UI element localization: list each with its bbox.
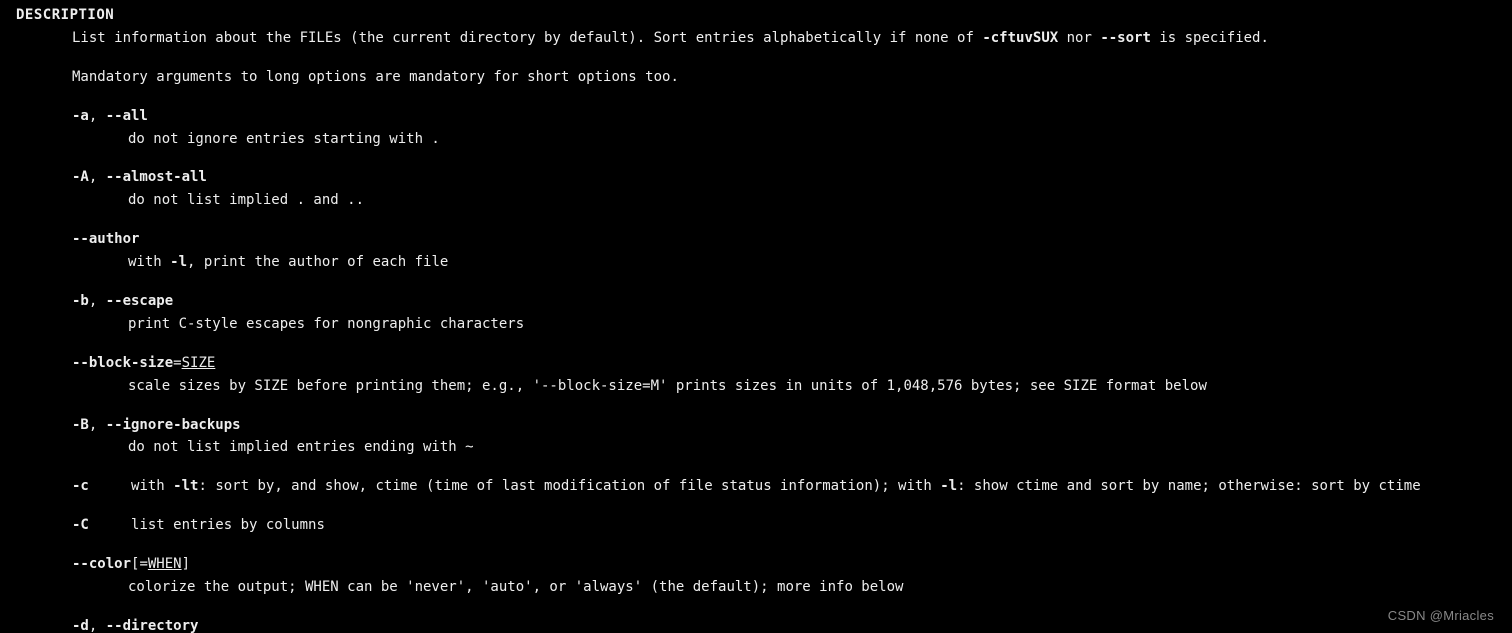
- gap: [89, 478, 131, 494]
- option-d: -d, --directory: [72, 617, 1512, 633]
- option-a-desc: do not ignore entries starting with .: [128, 130, 1512, 149]
- text: , print the author of each file: [187, 254, 448, 270]
- option-long: --directory: [106, 618, 199, 633]
- option-upper-a-desc: do not list implied . and ..: [128, 191, 1512, 210]
- option-long: --all: [106, 108, 148, 124]
- man-page: DESCRIPTION List information about the F…: [0, 0, 1512, 633]
- intro-paragraph: List information about the FILEs (the cu…: [72, 29, 1512, 48]
- option-block-size: --block-size=SIZE: [72, 354, 1512, 373]
- option-short: -c: [72, 478, 89, 494]
- mandatory-paragraph: Mandatory arguments to long options are …: [72, 68, 1512, 87]
- option-long: --block-size: [72, 355, 173, 371]
- option-long: --almost-all: [106, 169, 207, 185]
- text: [=: [131, 556, 148, 572]
- option-short: -C: [72, 517, 89, 533]
- option-arg: SIZE: [182, 355, 216, 371]
- option-upper-a: -A, --almost-all: [72, 168, 1512, 187]
- option-short: -A: [72, 169, 89, 185]
- text-bold: -cftuvSUX: [982, 30, 1058, 46]
- option-long: --escape: [106, 293, 173, 309]
- option-c: -c with -lt: sort by, and show, ctime (t…: [72, 477, 1512, 496]
- text: is specified.: [1151, 30, 1269, 46]
- section-title: DESCRIPTION: [16, 6, 1512, 25]
- option-b-desc: print C-style escapes for nongraphic cha…: [128, 315, 1512, 334]
- text: nor: [1058, 30, 1100, 46]
- text: with: [128, 254, 170, 270]
- option-author: --author: [72, 230, 1512, 249]
- text: List information about the FILEs (the cu…: [72, 30, 982, 46]
- option-b: -b, --escape: [72, 292, 1512, 311]
- text: =: [173, 355, 181, 371]
- text: with: [131, 478, 173, 494]
- option-short: -b: [72, 293, 89, 309]
- option-long: --ignore-backups: [106, 417, 241, 433]
- option-upper-c: -C list entries by columns: [72, 516, 1512, 535]
- option-long: --author: [72, 231, 139, 247]
- text: : sort by, and show, ctime (time of last…: [198, 478, 940, 494]
- text-bold: -lt: [173, 478, 198, 494]
- option-color: --color[=WHEN]: [72, 555, 1512, 574]
- option-short: -d: [72, 618, 89, 633]
- option-short: -B: [72, 417, 89, 433]
- option-upper-c-desc: list entries by columns: [131, 517, 325, 533]
- option-short: -a: [72, 108, 89, 124]
- watermark: CSDN @Mriacles: [1388, 607, 1494, 625]
- separator: ,: [89, 108, 106, 124]
- option-author-desc: with -l, print the author of each file: [128, 253, 1512, 272]
- option-arg: WHEN: [148, 556, 182, 572]
- option-block-size-desc: scale sizes by SIZE before printing them…: [128, 377, 1512, 396]
- text-bold: -l: [170, 254, 187, 270]
- separator: ,: [89, 417, 106, 433]
- separator: ,: [89, 293, 106, 309]
- gap: [89, 517, 131, 533]
- separator: ,: [89, 169, 106, 185]
- option-a: -a, --all: [72, 107, 1512, 126]
- separator: ,: [89, 618, 106, 633]
- option-color-desc: colorize the output; WHEN can be 'never'…: [128, 578, 1512, 597]
- text-bold: --sort: [1100, 30, 1151, 46]
- option-upper-b-desc: do not list implied entries ending with …: [128, 438, 1512, 457]
- option-long: --color: [72, 556, 131, 572]
- text: ]: [182, 556, 190, 572]
- text: : show ctime and sort by name; otherwise…: [957, 478, 1421, 494]
- option-upper-b: -B, --ignore-backups: [72, 416, 1512, 435]
- text-bold: -l: [940, 478, 957, 494]
